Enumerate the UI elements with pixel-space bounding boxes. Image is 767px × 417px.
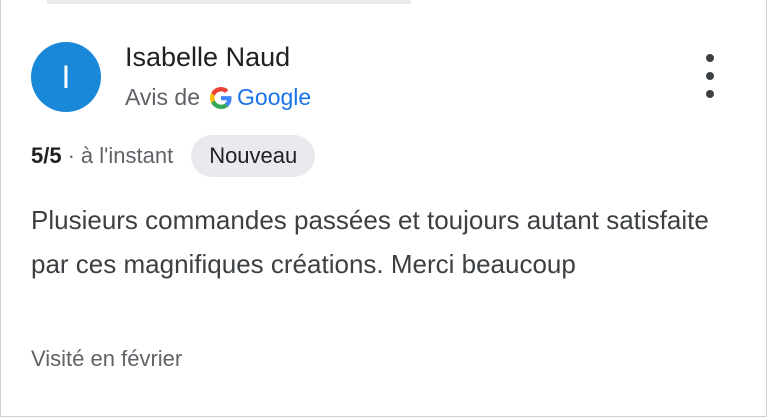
- new-badge: Nouveau: [191, 135, 316, 177]
- visited-date: Visité en février: [31, 346, 183, 371]
- top-divider: [47, 0, 411, 4]
- review-time: à l'instant: [80, 143, 174, 168]
- reviewer-name[interactable]: Isabelle Naud: [125, 42, 290, 73]
- avatar[interactable]: I: [31, 42, 101, 112]
- review-text: Plusieurs commandes passées et toujours …: [31, 205, 709, 279]
- source-brand-link[interactable]: Google: [237, 84, 311, 111]
- more-vert-icon: [706, 54, 714, 62]
- source-prefix: Avis de: [125, 84, 201, 110]
- rating: 5/5: [31, 143, 62, 168]
- review-card: I Isabelle Naud Avis de Google 5/5 · à l…: [0, 0, 767, 417]
- more-options-button[interactable]: [695, 54, 725, 98]
- review-source: Avis de Google: [125, 84, 311, 111]
- google-g-icon: [210, 86, 232, 109]
- review-meta: 5/5 · à l'instant Nouveau: [31, 134, 316, 178]
- meta-separator: ·: [67, 143, 75, 168]
- avatar-initial: I: [61, 58, 71, 95]
